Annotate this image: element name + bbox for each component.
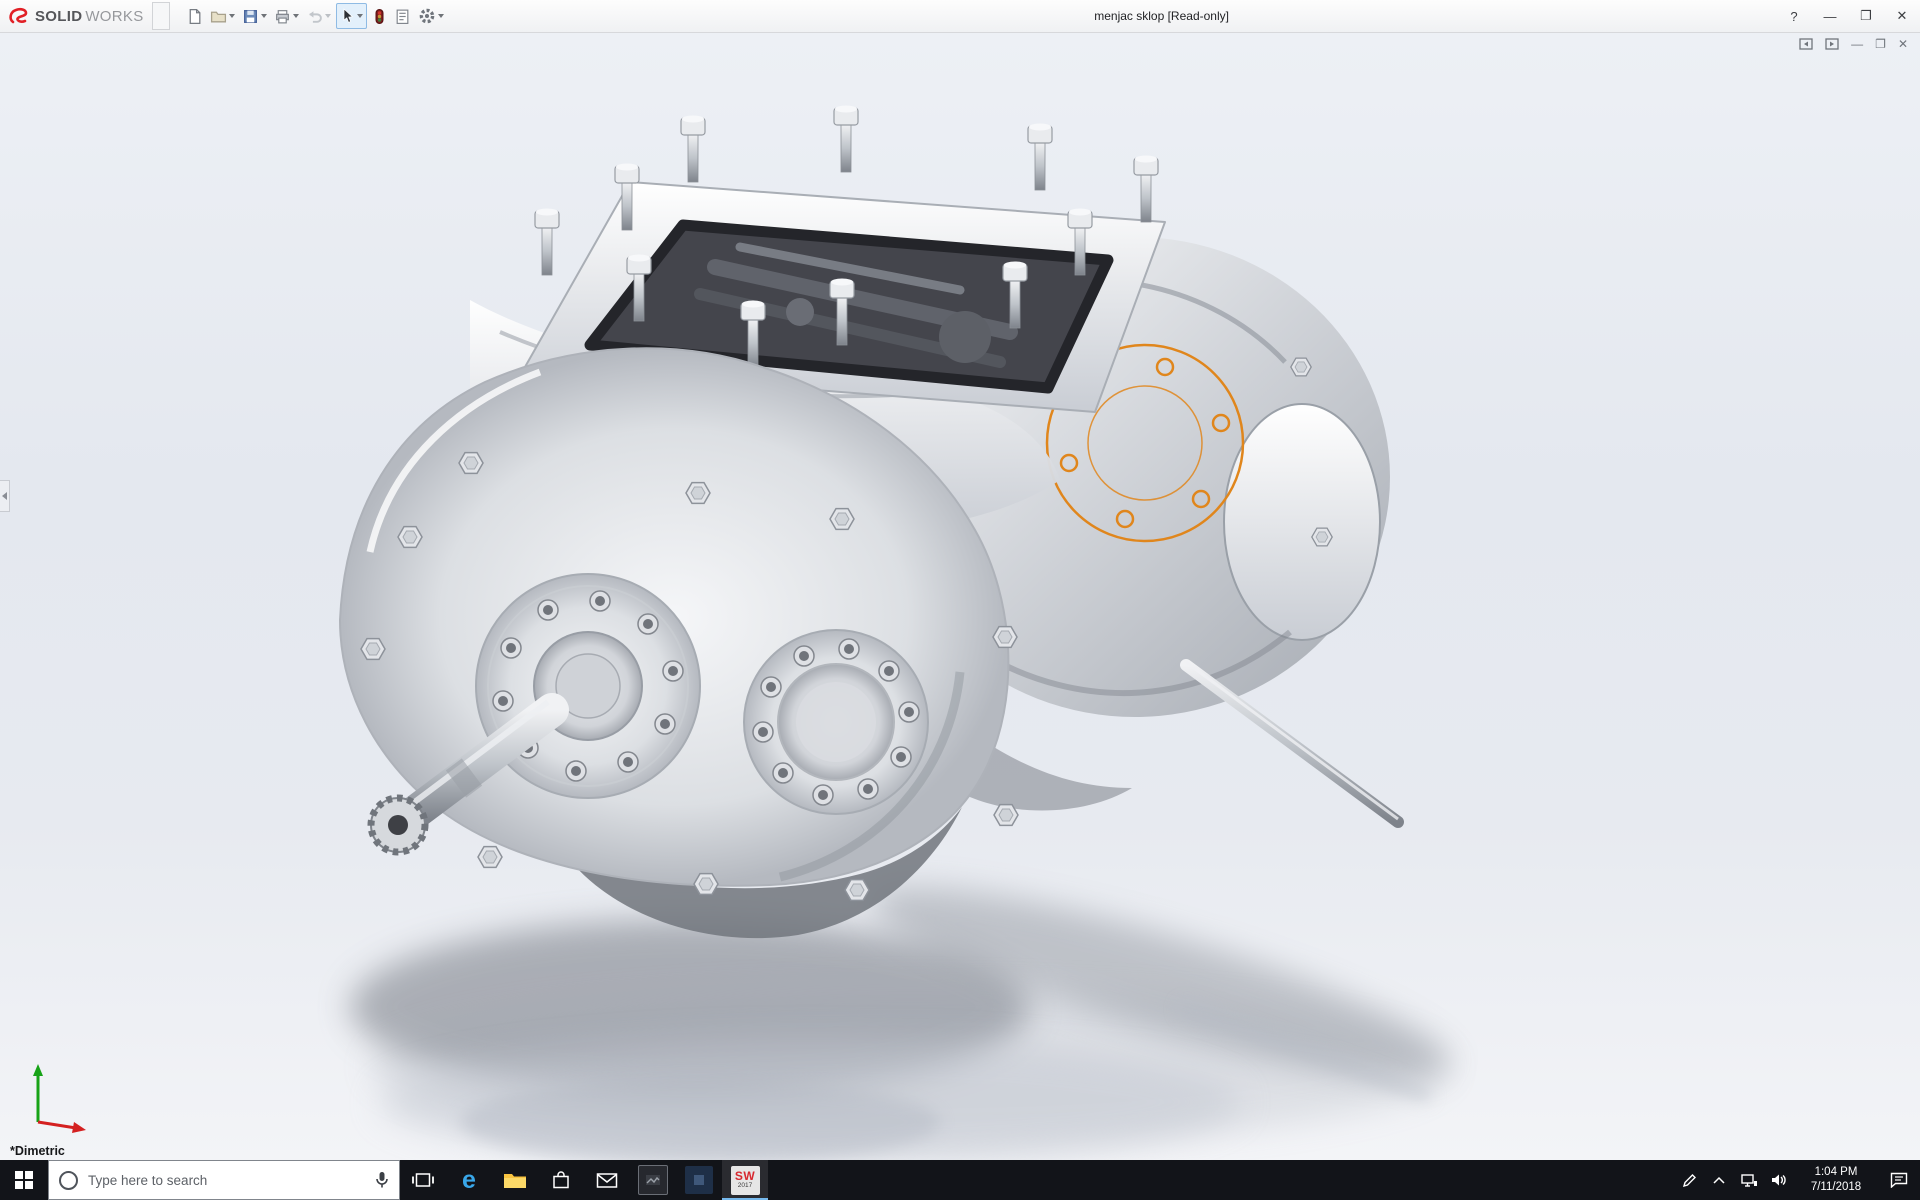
x-axis-arrowhead — [72, 1122, 86, 1133]
solidworks-taskbar-button[interactable]: SW 2017 — [722, 1160, 768, 1200]
menu-flyout-button[interactable] — [152, 2, 170, 30]
document-title: menjac sklop [Read-only] — [1094, 0, 1229, 32]
edge-icon: e — [462, 1168, 476, 1193]
brand-text-works: WORKS — [85, 8, 143, 25]
print-button[interactable] — [272, 3, 301, 29]
mail-envelope-icon — [596, 1172, 618, 1189]
view-orientation-label: *Dimetric — [10, 1144, 65, 1158]
network-icon — [1741, 1173, 1758, 1188]
windows-logo-icon — [15, 1171, 33, 1189]
pen-icon — [1682, 1173, 1697, 1188]
store-button[interactable] — [538, 1160, 584, 1200]
document-window-controls: — ❐ ✕ — [1799, 38, 1908, 50]
volume-button[interactable] — [1764, 1160, 1794, 1200]
help-button[interactable]: ? — [1776, 0, 1812, 32]
quick-toolbar — [184, 0, 446, 32]
graphics-viewport[interactable]: — ❐ ✕ — [0, 32, 1920, 1160]
windows-ink-button[interactable] — [1674, 1160, 1704, 1200]
options-gear-icon — [418, 7, 436, 25]
window-controls: ? — ❐ ✕ — [1776, 0, 1920, 32]
panel-collapse-tab[interactable] — [0, 480, 10, 512]
doc-close-button[interactable]: ✕ — [1898, 38, 1908, 50]
options-dropdown-arrow[interactable] — [438, 14, 444, 18]
hidden-icons-button[interactable] — [1704, 1160, 1734, 1200]
solidworks-app-icon: SW 2017 — [731, 1166, 760, 1195]
print-dropdown-arrow[interactable] — [293, 14, 299, 18]
rebuild-traffic-light-icon — [372, 8, 387, 25]
options-button[interactable] — [416, 3, 446, 29]
x-axis-arrow — [38, 1122, 76, 1128]
ds-logo-icon — [8, 5, 32, 27]
save-dropdown-arrow[interactable] — [261, 14, 267, 18]
collapse-arrow-icon — [2, 492, 7, 500]
bearing-flange-front[interactable] — [476, 574, 700, 798]
close-button[interactable]: ✕ — [1884, 0, 1920, 32]
search-input[interactable] — [86, 1172, 367, 1189]
title-bar: SOLIDWORKS — [0, 0, 1920, 33]
display-pane-left-icon[interactable] — [1799, 38, 1813, 50]
system-tray: 1:04 PM 7/11/2018 — [1674, 1160, 1920, 1200]
undo-icon — [306, 8, 323, 25]
select-tool-button[interactable] — [336, 3, 367, 29]
file-properties-icon — [394, 8, 411, 25]
print-icon — [274, 8, 291, 25]
new-document-icon — [186, 8, 203, 25]
select-dropdown-arrow[interactable] — [357, 14, 363, 18]
task-view-icon — [412, 1171, 434, 1189]
cortana-icon — [59, 1171, 78, 1190]
doc-minimize-button[interactable]: — — [1851, 38, 1863, 50]
output-shaft[interactable] — [1186, 662, 1398, 822]
brand-text-solid: SOLID — [35, 8, 82, 25]
network-button[interactable] — [1734, 1160, 1764, 1200]
sw-label: SW — [735, 1170, 755, 1182]
solidworks-window: SOLIDWORKS — [0, 0, 1920, 1200]
y-axis-arrowhead — [33, 1064, 43, 1076]
clock-date: 7/11/2018 — [1811, 1180, 1861, 1195]
undo-dropdown-arrow[interactable] — [325, 14, 331, 18]
pinned-app-1-button[interactable] — [630, 1160, 676, 1200]
solidworks-logo: SOLIDWORKS — [0, 0, 148, 32]
mail-button[interactable] — [584, 1160, 630, 1200]
save-icon — [242, 8, 259, 25]
side-bore-flange[interactable] — [744, 630, 928, 814]
pinned-app-2-icon — [685, 1166, 713, 1194]
store-bag-icon — [551, 1170, 571, 1190]
pinned-app-1-icon — [638, 1165, 668, 1195]
reference-triad — [14, 1042, 94, 1134]
open-icon — [210, 8, 227, 25]
open-dropdown-arrow[interactable] — [229, 14, 235, 18]
restore-button[interactable]: ❐ — [1848, 0, 1884, 32]
speaker-icon — [1771, 1173, 1787, 1187]
gearbox-assembly-model[interactable] — [0, 32, 1920, 1160]
action-center-icon — [1890, 1172, 1908, 1188]
task-view-button[interactable] — [400, 1160, 446, 1200]
undo-button[interactable] — [304, 3, 333, 29]
new-document-button[interactable] — [184, 3, 205, 29]
start-button[interactable] — [0, 1160, 48, 1200]
doc-restore-button[interactable]: ❐ — [1875, 38, 1886, 50]
chevron-up-icon — [1713, 1176, 1725, 1184]
clock-time: 1:04 PM — [1815, 1165, 1858, 1180]
file-explorer-icon — [503, 1171, 527, 1190]
edge-button[interactable]: e — [446, 1160, 492, 1200]
open-button[interactable] — [208, 3, 237, 29]
save-button[interactable] — [240, 3, 269, 29]
sw-year-label: 2017 — [738, 1183, 752, 1190]
file-properties-button[interactable] — [392, 3, 413, 29]
select-cursor-icon — [340, 8, 355, 24]
minimize-button[interactable]: — — [1812, 0, 1848, 32]
windows-taskbar: e — [0, 1160, 1920, 1200]
pinned-app-2-button[interactable] — [676, 1160, 722, 1200]
display-pane-right-icon[interactable] — [1825, 38, 1839, 50]
taskbar-clock[interactable]: 1:04 PM 7/11/2018 — [1794, 1160, 1878, 1200]
taskbar-search[interactable] — [48, 1160, 400, 1200]
action-center-button[interactable] — [1878, 1160, 1920, 1200]
file-explorer-button[interactable] — [492, 1160, 538, 1200]
rebuild-button[interactable] — [370, 3, 389, 29]
microphone-icon[interactable] — [375, 1171, 389, 1189]
